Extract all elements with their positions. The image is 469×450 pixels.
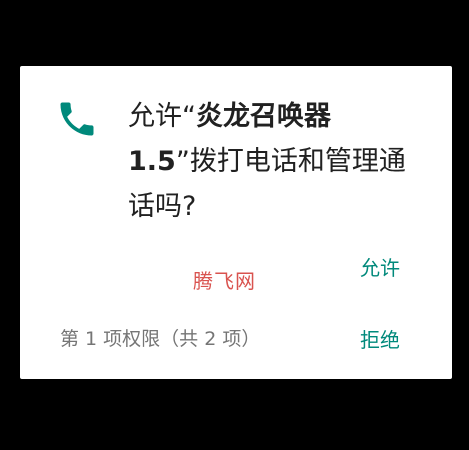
permission-counter: 第 1 项权限（共 2 项） — [60, 328, 261, 350]
permission-dialog: 允许“炎龙召唤器 1.5”拨打电话和管理通话吗? 腾飞网 允许 第 1 项权限（… — [20, 66, 452, 379]
phone-icon — [55, 97, 99, 141]
message-prefix: 允许“ — [128, 101, 196, 132]
permission-message: 允许“炎龙召唤器 1.5”拨打电话和管理通话吗? — [128, 94, 428, 229]
watermark-text: 腾飞网 — [193, 269, 256, 293]
deny-button[interactable]: 拒绝 — [360, 324, 400, 353]
allow-button[interactable]: 允许 — [360, 252, 400, 281]
